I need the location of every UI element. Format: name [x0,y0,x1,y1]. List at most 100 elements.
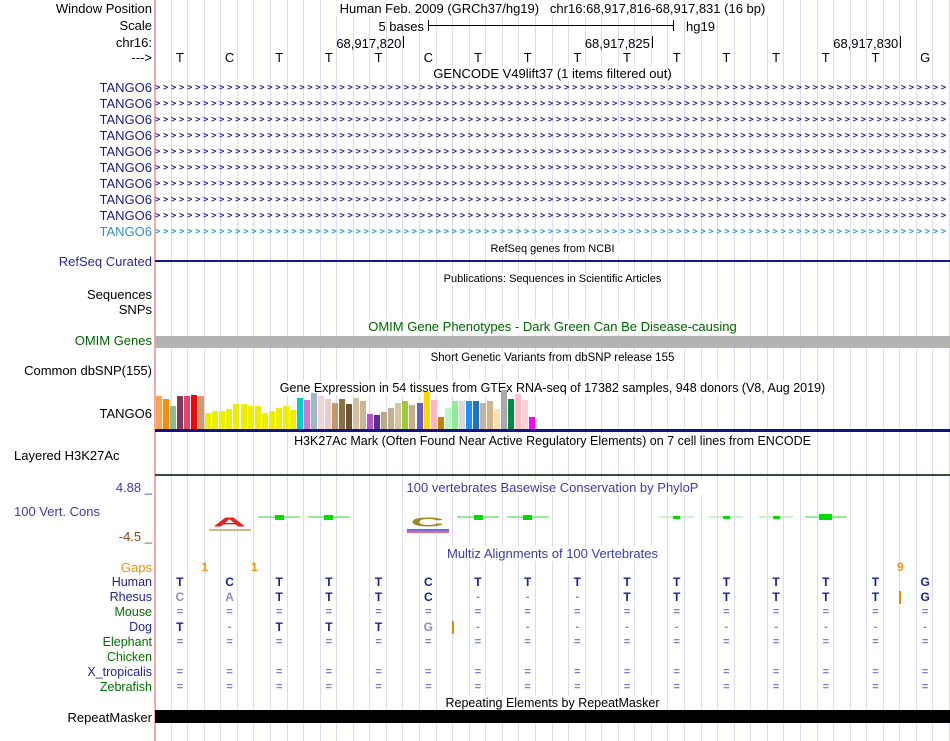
gtex-tissue-bar[interactable] [240,404,247,429]
species-label-dog[interactable]: Dog [0,620,152,634]
gtex-tissue-bar[interactable] [268,411,275,429]
gtex-tissue-bar[interactable] [430,400,437,429]
multiz-row-rhesus[interactable]: CATTTC---TTTTTTG [155,590,950,605]
gtex-tissue-bar[interactable] [472,401,479,429]
multiz-row-chicken[interactable] [155,650,950,665]
gtex-tissue-bar[interactable] [508,399,514,429]
gtex-tissue-bar[interactable] [325,399,331,429]
gtex-tissue-bar[interactable] [191,395,198,429]
gtex-tissue-bar[interactable] [289,410,296,429]
species-label-mouse[interactable]: Mouse [0,605,152,619]
gencode-transcript-arrows[interactable]: >>>>>>>>>>>>>>>>>>>>>>>>>>>>>>>>>>>>>>>>… [155,114,948,126]
gtex-tissue-bar[interactable] [310,393,317,429]
gtex-tissue-bar[interactable] [353,398,360,429]
gtex-tissue-bar[interactable] [275,408,282,429]
gencode-gene-label[interactable]: TANGO6 [0,209,153,223]
refseq-curated-label[interactable]: RefSeq Curated [0,255,152,269]
gtex-tissue-bar[interactable] [184,396,191,429]
gencode-gene-label[interactable]: TANGO6 [0,193,153,207]
gtex-tissue-bar[interactable] [388,408,395,429]
phylop-wiggle-area[interactable]: AC [155,508,950,538]
sequences-label[interactable]: Sequences [0,288,152,302]
gtex-tissue-bar[interactable] [170,406,177,429]
multiz-row-zebrafish[interactable]: = = = = = = = = = = = = = = = = [155,680,950,695]
gtex-tissue-bar[interactable] [261,413,268,429]
gencode-transcript-arrows[interactable]: >>>>>>>>>>>>>>>>>>>>>>>>>>>>>>>>>>>>>>>>… [155,178,948,190]
h3k27ac-baseline[interactable] [155,474,950,476]
gencode-transcript-arrows[interactable]: >>>>>>>>>>>>>>>>>>>>>>>>>>>>>>>>>>>>>>>>… [155,226,948,238]
omim-gene-bar[interactable] [155,336,950,348]
gencode-transcript-arrows[interactable]: >>>>>>>>>>>>>>>>>>>>>>>>>>>>>>>>>>>>>>>>… [155,82,948,94]
gencode-gene-label[interactable]: TANGO6 [0,81,153,95]
species-label-chicken[interactable]: Chicken [0,650,152,664]
gtex-tissue-bar[interactable] [522,400,529,429]
multiz-row-dog[interactable]: T-TTTG---------- [155,620,950,635]
layered-h3k27ac-label[interactable]: Layered H3K27Ac [14,449,120,463]
repeatmasker-label[interactable]: RepeatMasker [0,711,152,725]
gtex-tissue-bar[interactable] [381,412,388,429]
gtex-tissue-bar[interactable] [205,413,212,429]
gtex-tissue-bar[interactable] [296,398,303,429]
gtex-tissue-bar[interactable] [451,401,458,429]
multiz-row-mouse[interactable]: = = = = = = = = = = = = = = = = [155,605,950,620]
vert-cons-label[interactable]: 100 Vert. Cons [14,505,100,519]
gtex-tissue-bar[interactable] [479,403,486,429]
omim-genes-label[interactable]: OMIM Genes [0,334,152,348]
gtex-tissue-bar[interactable] [303,400,310,429]
gtex-tissue-bar[interactable] [515,394,521,429]
gtex-tissue-bar[interactable] [254,406,261,429]
gencode-gene-label[interactable]: TANGO6 [0,145,153,159]
gencode-gene-label[interactable]: TANGO6 [0,113,153,127]
gtex-tissue-bar[interactable] [458,401,465,429]
snps-label[interactable]: SNPs [0,303,152,317]
gtex-tissue-bar[interactable] [486,401,493,429]
species-label-human[interactable]: Human [0,575,152,589]
gtex-tissue-bar[interactable] [212,411,219,429]
gtex-tissue-bar[interactable] [282,406,289,429]
gencode-transcript-arrows[interactable]: >>>>>>>>>>>>>>>>>>>>>>>>>>>>>>>>>>>>>>>>… [155,146,948,158]
gtex-tissue-bar[interactable] [233,404,240,429]
gtex-tissue-bar[interactable] [226,409,233,429]
gtex-tissue-bar[interactable] [465,401,472,429]
repeatmasker-element-bar[interactable] [155,710,950,723]
common-dbsnp-label[interactable]: Common dbSNP(155) [0,364,152,378]
gtex-tissue-bar[interactable] [529,417,536,429]
gtex-tissue-bar[interactable] [247,406,254,429]
gaps-label[interactable]: Gaps [0,561,152,575]
gtex-tissue-bar[interactable] [437,417,444,429]
gtex-tissue-bar[interactable] [339,399,345,429]
gtex-tissue-bar[interactable] [317,396,324,429]
multiz-row-human[interactable]: TCTTTCTTTTTTTTTG [155,575,950,590]
species-label-x_tropicalis[interactable]: X_tropicalis [0,665,152,679]
gtex-tissue-bar[interactable] [177,396,184,429]
gencode-gene-label[interactable]: TANGO6 [0,129,153,143]
refseq-curated-gene-line[interactable] [155,260,950,262]
gtex-tissue-bar[interactable] [444,408,451,429]
gtex-tissue-bar[interactable] [332,403,338,429]
gtex-expression-bars[interactable] [155,390,537,429]
gtex-tissue-bar[interactable] [367,414,374,429]
gtex-tissue-bar[interactable] [198,396,205,429]
multiz-row-x_tropicalis[interactable]: = = = = = = = = = = = = = = = = [155,665,950,680]
gencode-transcript-arrows[interactable]: >>>>>>>>>>>>>>>>>>>>>>>>>>>>>>>>>>>>>>>>… [155,162,948,174]
gtex-tissue-bar[interactable] [163,399,169,429]
gtex-tissue-bar[interactable] [402,401,409,429]
species-label-zebrafish[interactable]: Zebrafish [0,680,152,694]
gencode-transcript-arrows[interactable]: >>>>>>>>>>>>>>>>>>>>>>>>>>>>>>>>>>>>>>>>… [155,210,948,222]
gtex-tissue-bar[interactable] [219,411,226,429]
gencode-gene-label[interactable]: TANGO6 [0,97,153,111]
gtex-tissue-bar[interactable] [423,392,430,429]
gencode-gene-label[interactable]: TANGO6 [0,161,153,175]
species-label-elephant[interactable]: Elephant [0,635,152,649]
gtex-tissue-bar[interactable] [374,415,381,429]
gtex-tissue-bar[interactable] [156,396,162,429]
gencode-transcript-arrows[interactable]: >>>>>>>>>>>>>>>>>>>>>>>>>>>>>>>>>>>>>>>>… [155,194,948,206]
gencode-transcript-arrows[interactable]: >>>>>>>>>>>>>>>>>>>>>>>>>>>>>>>>>>>>>>>>… [155,130,948,142]
species-label-rhesus[interactable]: Rhesus [0,590,152,604]
gtex-tissue-bar[interactable] [346,404,353,429]
gencode-gene-label[interactable]: TANGO6 [0,177,153,191]
gtex-tissue-bar[interactable] [395,403,402,429]
gtex-gene-label[interactable]: TANGO6 [0,407,153,421]
gencode-gene-label[interactable]: TANGO6 [0,225,153,239]
gtex-tissue-bar[interactable] [360,401,367,429]
